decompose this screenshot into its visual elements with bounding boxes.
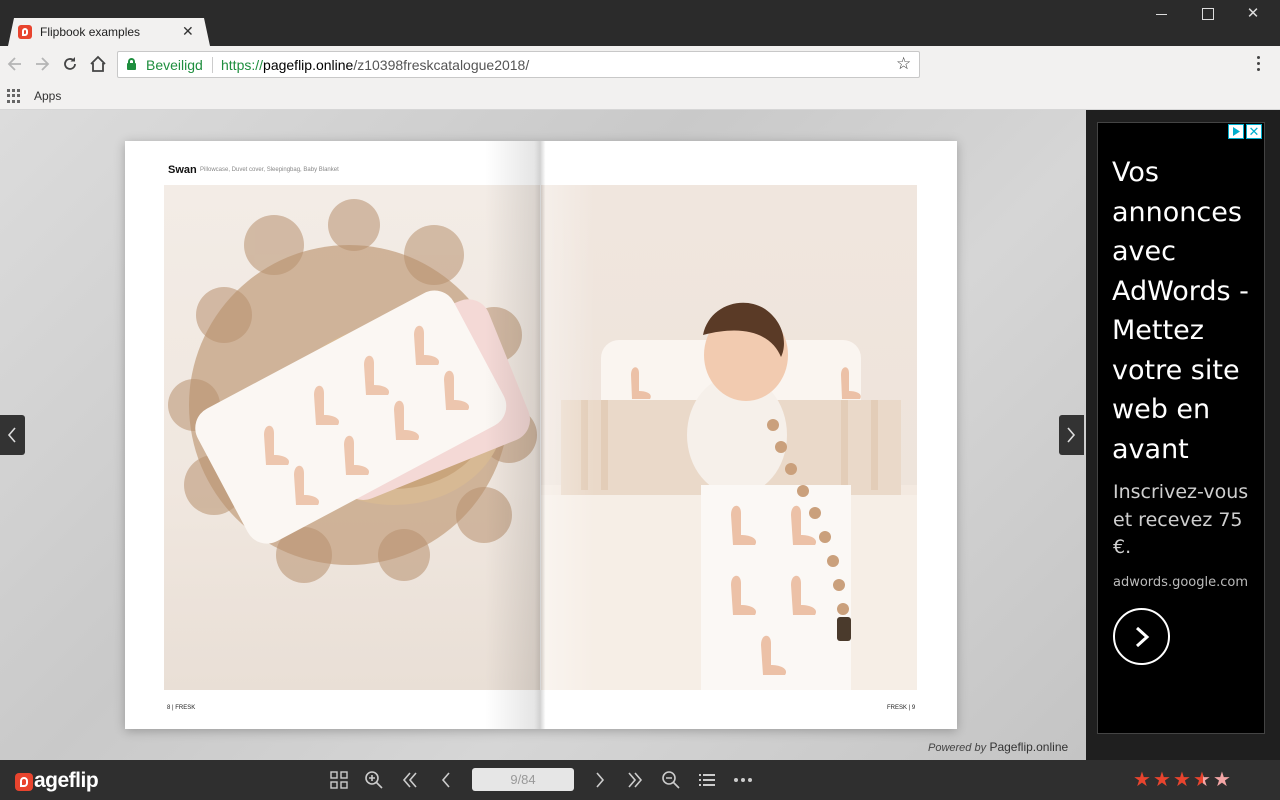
page-number-input[interactable]: 9/84 — [472, 768, 574, 791]
url-text[interactable]: https://pageflip.online/z10398freskcatal… — [221, 57, 529, 73]
ad-close-button[interactable]: ✕ — [1246, 124, 1262, 139]
ad-cta-button[interactable] — [1113, 608, 1170, 665]
bookmark-star-icon[interactable]: ☆ — [896, 54, 911, 74]
browser-toolbar: Beveiligd https://pageflip.online/z10398… — [0, 46, 1280, 82]
flipbook-viewer: Swan Pillowcase, Duvet cover, Sleepingba… — [0, 110, 1086, 760]
forward-arrow-icon[interactable] — [32, 54, 52, 74]
url-path: /z10398freskcatalogue2018/ — [353, 57, 530, 73]
logo-text: ageflip — [34, 769, 99, 792]
pageflip-logo-icon — [15, 773, 33, 791]
browser-titlebar: Flipbook examples ✕ ✕ — [0, 0, 1280, 46]
zoom-in-icon[interactable] — [364, 770, 384, 790]
window-minimize-button[interactable] — [1150, 4, 1174, 24]
star-full-icon[interactable]: ★ — [1133, 770, 1153, 790]
star-full-icon[interactable]: ★ — [1153, 770, 1173, 790]
browser-menu-icon[interactable] — [1252, 54, 1264, 74]
powered-by-prefix: Powered by — [928, 742, 987, 754]
chevron-right-icon — [1067, 427, 1076, 443]
folio-right: FRESK | 9 — [887, 705, 916, 711]
last-page-icon[interactable] — [625, 770, 645, 790]
tab-title: Flipbook examples — [40, 25, 141, 39]
thumbnails-grid-icon[interactable] — [329, 770, 349, 790]
url-host: pageflip.online — [263, 57, 354, 73]
home-icon[interactable] — [88, 54, 108, 74]
apps-grid-icon[interactable] — [7, 89, 21, 103]
star-half-icon[interactable]: ★ — [1193, 770, 1213, 790]
reload-icon[interactable] — [60, 54, 80, 74]
zoom-out-icon[interactable] — [661, 770, 681, 790]
flipbook-controls: ageflip 9/84 ★ ★ ★ ★ ★ — [0, 760, 1280, 800]
catalogue-photo-baby-crib — [541, 185, 917, 690]
star-full-icon[interactable]: ★ — [1173, 770, 1193, 790]
ad-domain[interactable]: adwords.google.com — [1113, 575, 1248, 590]
adchoices-icon[interactable] — [1228, 124, 1244, 139]
chevron-right-icon — [1135, 626, 1150, 648]
catalogue-photo-pillows — [164, 185, 540, 690]
table-of-contents-icon[interactable] — [697, 770, 717, 790]
previous-page-button[interactable] — [0, 415, 25, 455]
folio-left: 8 | FRESK — [167, 705, 196, 711]
window-close-button[interactable]: ✕ — [1241, 4, 1265, 24]
book-spread[interactable]: Swan Pillowcase, Duvet cover, Sleepingba… — [125, 141, 957, 729]
page-subtitle: Pillowcase, Duvet cover, Sleepingbag, Ba… — [200, 167, 339, 173]
first-page-icon[interactable] — [400, 770, 420, 790]
more-options-icon[interactable] — [733, 770, 753, 790]
secure-label: Beveiligd — [146, 57, 203, 73]
adwords-banner[interactable]: ✕ Vos annonces avec AdWords - Mettez vot… — [1097, 122, 1265, 734]
pageflip-favicon-icon — [18, 25, 32, 39]
star-rating[interactable]: ★ ★ ★ ★ ★ — [1133, 770, 1233, 790]
window-maximize-button[interactable] — [1195, 4, 1219, 24]
chevron-left-icon — [7, 427, 16, 443]
star-empty-icon[interactable]: ★ — [1213, 770, 1233, 790]
bookmarks-bar: Apps — [0, 82, 1280, 110]
browser-tab[interactable]: Flipbook examples ✕ — [8, 18, 210, 46]
lock-icon — [127, 58, 136, 70]
page-title: Swan — [168, 164, 197, 176]
omnibox-divider — [212, 57, 213, 73]
ad-headline[interactable]: Vos annonces avec AdWords - Mettez votre… — [1112, 153, 1262, 469]
back-arrow-icon[interactable] — [5, 54, 25, 74]
next-page-icon[interactable] — [590, 770, 610, 790]
ad-subtext: Inscrivez-vous et recevez 75 €. — [1113, 481, 1249, 558]
tab-close-icon[interactable]: ✕ — [182, 23, 194, 40]
previous-page-icon[interactable] — [436, 770, 456, 790]
powered-by[interactable]: Powered by Pageflip.online — [928, 740, 1068, 754]
powered-by-brand: Pageflip.online — [989, 740, 1069, 754]
bookmark-apps[interactable]: Apps — [34, 89, 61, 103]
ad-sidebar: ✕ Vos annonces avec AdWords - Mettez vot… — [1086, 110, 1280, 760]
address-bar[interactable]: Beveiligd https://pageflip.online/z10398… — [117, 51, 920, 78]
url-scheme: https:// — [221, 57, 264, 73]
next-page-button[interactable] — [1059, 415, 1084, 455]
